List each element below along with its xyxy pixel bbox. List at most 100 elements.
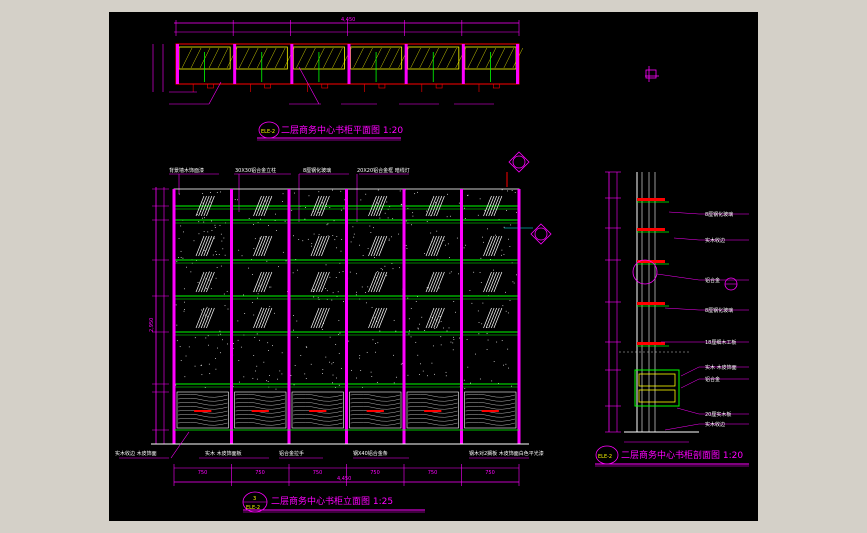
plan-post: [461, 44, 465, 84]
texture-dot: [434, 373, 435, 375]
texture-dot: [216, 192, 218, 193]
texture-dot: [322, 202, 324, 204]
texture-dot: [473, 271, 475, 273]
plan-view: 4,450 ELE-2 二层商务中心书柜平面图 1:20: [152, 17, 524, 141]
texture-dot: [221, 240, 223, 242]
texture-dot: [183, 288, 185, 290]
texture-dot: [464, 207, 465, 209]
section-title: 二层商务中心书柜剖面图 1:20: [621, 449, 743, 461]
section-leader: [664, 307, 700, 311]
texture-dot: [443, 240, 445, 241]
plan-hatch: [371, 47, 382, 69]
texture-dot: [252, 302, 254, 303]
texture-dot: [469, 290, 471, 291]
texture-dot: [341, 239, 343, 240]
plan-hatch: [410, 47, 421, 69]
sec-label-0: 8厘钢化玻璃: [705, 211, 733, 218]
texture-dot: [206, 306, 208, 308]
texture-dot: [259, 339, 260, 341]
texture-dot: [338, 384, 340, 386]
drawer-handle: [251, 410, 269, 412]
texture-dot: [269, 306, 271, 307]
wood-grain: [350, 414, 401, 418]
texture-dot: [326, 290, 328, 292]
texture-dot: [424, 330, 426, 331]
texture-dot: [384, 212, 386, 214]
section-marker-icon: [506, 151, 530, 187]
wood-grain: [235, 398, 286, 402]
plan-hatch: [362, 47, 373, 69]
texture-dot: [352, 226, 354, 228]
section-shelf: [637, 302, 665, 305]
texture-dot: [421, 316, 423, 318]
texture-dot: [370, 371, 372, 373]
texture-dot: [302, 240, 304, 242]
section-leader: [664, 423, 700, 431]
cabinet-post: [230, 189, 233, 444]
elev-label-shelf-finish: 钢木对2搁板 木皮饰面白色平光漆: [469, 450, 544, 457]
texture-dot: [511, 385, 512, 387]
texture-dot: [374, 257, 375, 258]
texture-dot: [201, 374, 203, 376]
texture-dot: [267, 342, 269, 344]
texture-dot: [440, 336, 442, 338]
texture-dot: [395, 330, 397, 332]
texture-dot: [318, 233, 320, 235]
texture-dot: [336, 236, 338, 238]
wood-grain: [407, 398, 458, 402]
texture-dot: [296, 320, 298, 322]
texture-dot: [478, 333, 480, 335]
texture-dot: [237, 199, 238, 201]
texture-dot: [291, 209, 293, 211]
texture-dot: [215, 277, 217, 279]
plan-hatch: [380, 47, 391, 69]
texture-dot: [306, 347, 308, 348]
texture-dot: [253, 355, 255, 356]
cad-drawing-viewport[interactable]: 4,450 ELE-2 二层商务中心书柜平面图 1:20 背景墙木饰面漆 30X…: [109, 12, 758, 521]
wood-grain: [177, 414, 228, 418]
texture-dot: [226, 290, 228, 292]
texture-dot: [275, 213, 276, 215]
texture-dot: [211, 220, 212, 222]
texture-dot: [379, 330, 381, 332]
texture-dot: [266, 260, 268, 262]
wood-grain: [407, 406, 458, 410]
texture-dot: [335, 343, 337, 345]
texture-dot: [501, 189, 503, 191]
texture-dot: [452, 342, 454, 344]
texture-dot: [238, 381, 240, 383]
elevation-title-number: 3: [253, 496, 256, 502]
texture-dot: [275, 230, 277, 231]
texture-dot: [220, 191, 221, 193]
texture-dot: [466, 339, 468, 341]
texture-dot: [253, 248, 255, 250]
texture-dot: [257, 297, 258, 299]
texture-dot: [484, 209, 486, 211]
texture-dot: [179, 346, 181, 348]
texture-dot: [216, 267, 218, 268]
texture-dot: [371, 376, 373, 377]
texture-dot: [331, 299, 333, 301]
texture-dot: [294, 365, 296, 366]
texture-dot: [445, 244, 446, 246]
texture-dot: [241, 255, 243, 257]
texture-dot: [501, 254, 502, 256]
texture-dot: [240, 346, 242, 348]
texture-dot: [307, 238, 309, 240]
texture-dot: [232, 343, 234, 344]
texture-dot: [215, 251, 217, 252]
texture-dot: [501, 249, 503, 251]
texture-dot: [277, 378, 278, 380]
texture-dot: [341, 368, 343, 369]
texture-dot: [424, 252, 425, 254]
texture-dot: [202, 193, 204, 195]
cabinet-post: [517, 189, 521, 444]
wood-grain: [292, 422, 343, 426]
section-left-ticks: [605, 171, 621, 433]
texture-dot: [305, 346, 307, 348]
cad-drawing-canvas[interactable]: 4,450 ELE-2 二层商务中心书柜平面图 1:20 背景墙木饰面漆 30X…: [109, 12, 758, 521]
texture-dot: [420, 363, 421, 365]
plan-total-dimension: 4,450: [341, 17, 355, 23]
texture-dot: [188, 346, 190, 348]
section-leader: [676, 407, 700, 415]
